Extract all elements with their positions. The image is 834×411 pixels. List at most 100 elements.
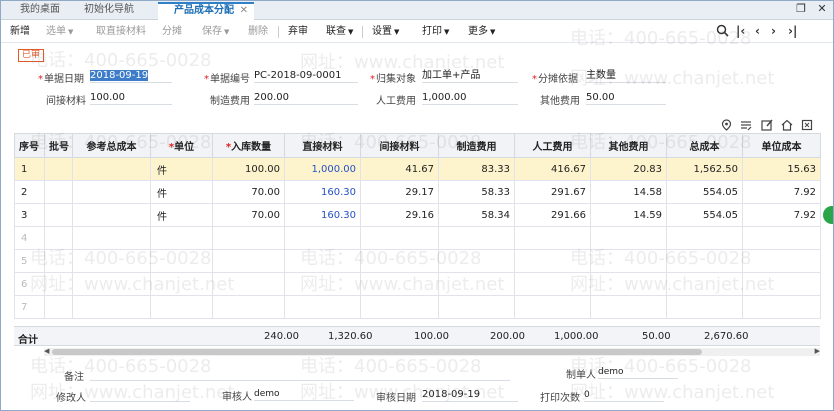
cell-empty[interactable] bbox=[284, 295, 361, 319]
last-record-icon[interactable]: ›| bbox=[788, 24, 797, 38]
column-header-labor-cost[interactable]: 人工费用 bbox=[514, 133, 591, 158]
column-header-mfg-cost[interactable]: 制造费用 bbox=[438, 133, 515, 158]
restore-icon[interactable]: ❐ bbox=[794, 2, 808, 16]
cell-empty[interactable] bbox=[590, 249, 667, 273]
allocate-button[interactable]: 分摊 bbox=[162, 25, 182, 39]
column-settings-icon[interactable] bbox=[740, 119, 752, 131]
cell-unit-cost[interactable]: 7.92 bbox=[742, 180, 821, 204]
cell-empty[interactable] bbox=[360, 249, 439, 273]
cell-empty[interactable] bbox=[590, 272, 667, 296]
cell-empty[interactable] bbox=[742, 249, 821, 273]
fullscreen-icon[interactable] bbox=[801, 119, 813, 131]
cell-empty[interactable] bbox=[666, 249, 743, 273]
cell-unit-cost[interactable]: 7.92 bbox=[742, 203, 821, 227]
cell-empty[interactable] bbox=[360, 272, 439, 296]
more-button[interactable]: 更多 ▼ bbox=[468, 25, 495, 39]
cell-direct-material[interactable]: 160.30 bbox=[284, 180, 361, 204]
cell-empty[interactable] bbox=[150, 226, 213, 250]
cell-empty[interactable] bbox=[212, 226, 285, 250]
cell-total-cost[interactable]: 1,562.50 bbox=[666, 157, 743, 181]
column-header-no[interactable]: 序号 bbox=[14, 133, 45, 158]
cell-qty[interactable]: 100.00 bbox=[212, 157, 285, 181]
cell-direct-material[interactable]: 1,000.00 bbox=[284, 157, 361, 181]
cell-direct-material[interactable]: 160.30 bbox=[284, 203, 361, 227]
indirect-material-field[interactable]: 100.00 bbox=[90, 91, 172, 105]
cell-empty[interactable] bbox=[742, 272, 821, 296]
cell-other-cost[interactable]: 20.83 bbox=[590, 157, 667, 181]
column-header-other-cost[interactable]: 其他费用 bbox=[590, 133, 667, 158]
cell-indirect-material[interactable]: 29.16 bbox=[360, 203, 439, 227]
cell-empty[interactable] bbox=[212, 272, 285, 296]
select-doc-button[interactable]: 选单 ▼ bbox=[46, 25, 73, 39]
cell-empty[interactable] bbox=[514, 295, 591, 319]
cell-empty[interactable] bbox=[514, 272, 591, 296]
cell-empty[interactable] bbox=[72, 272, 151, 296]
cell-other-cost[interactable]: 14.58 bbox=[590, 180, 667, 204]
table-row-empty[interactable]: 5 bbox=[14, 249, 821, 273]
tab-product-cost-allocation[interactable]: 产品成本分配 ✕ bbox=[158, 2, 254, 20]
side-assistant-button[interactable] bbox=[823, 206, 834, 224]
cell-empty[interactable] bbox=[590, 295, 667, 319]
cell-empty[interactable] bbox=[284, 249, 361, 273]
cell-empty[interactable] bbox=[212, 249, 285, 273]
cell-empty[interactable] bbox=[44, 295, 73, 319]
doc-no-field[interactable]: PC-2018-09-0001 bbox=[254, 69, 358, 83]
cell-empty[interactable] bbox=[742, 226, 821, 250]
cell-qty[interactable]: 70.00 bbox=[212, 180, 285, 204]
cell-empty[interactable] bbox=[360, 226, 439, 250]
cell-empty[interactable] bbox=[438, 249, 515, 273]
cell-empty[interactable] bbox=[438, 295, 515, 319]
doc-date-field[interactable]: 2018-09-19 bbox=[90, 69, 172, 83]
column-header-direct-material[interactable]: 直接材料 bbox=[284, 133, 361, 158]
cell-ref-total[interactable] bbox=[72, 157, 151, 181]
cell-empty[interactable] bbox=[150, 249, 213, 273]
cell-empty[interactable] bbox=[150, 272, 213, 296]
cell-empty[interactable] bbox=[212, 295, 285, 319]
table-row-empty[interactable]: 6 bbox=[14, 272, 821, 296]
location-icon[interactable] bbox=[720, 119, 732, 131]
fetch-indirect-button[interactable]: 取直接材料 bbox=[96, 25, 146, 39]
tab-my-desktop[interactable]: 我的桌面 bbox=[14, 2, 66, 20]
column-header-total-cost[interactable]: 总成本 bbox=[666, 133, 743, 158]
close-icon[interactable]: ✕ bbox=[240, 4, 248, 18]
cell-empty[interactable] bbox=[514, 226, 591, 250]
cell-empty[interactable] bbox=[44, 272, 73, 296]
table-row[interactable]: 1 件 100.00 1,000.00 41.67 83.33 416.67 2… bbox=[14, 157, 821, 181]
cell-qty[interactable]: 70.00 bbox=[212, 203, 285, 227]
cell-labor-cost[interactable]: 291.67 bbox=[514, 180, 591, 204]
remark-field[interactable] bbox=[90, 367, 510, 381]
column-header-unit[interactable]: *单位 bbox=[150, 133, 213, 158]
cell-empty[interactable] bbox=[438, 226, 515, 250]
previous-record-icon[interactable]: ‹ bbox=[755, 24, 760, 38]
cell-ref-total[interactable] bbox=[72, 203, 151, 227]
mfg-cost-field[interactable]: 200.00 bbox=[254, 91, 358, 105]
tab-init-nav[interactable]: 初始化导航 bbox=[78, 2, 140, 20]
related-query-button[interactable]: 联查 ▼ bbox=[326, 25, 353, 39]
column-header-indirect-material[interactable]: 间接材料 bbox=[360, 133, 439, 158]
scroll-right-icon[interactable]: ▶ bbox=[815, 347, 820, 355]
cell-mfg-cost[interactable]: 58.34 bbox=[438, 203, 515, 227]
cell-total-cost[interactable]: 554.05 bbox=[666, 203, 743, 227]
cell-batch[interactable] bbox=[44, 180, 73, 204]
cell-empty[interactable] bbox=[438, 272, 515, 296]
cell-total-cost[interactable]: 554.05 bbox=[666, 180, 743, 204]
column-header-ref-total[interactable]: 参考总成本 bbox=[72, 133, 151, 158]
cell-unit[interactable]: 件 bbox=[150, 157, 213, 181]
save-button[interactable]: 保存 ▼ bbox=[202, 25, 229, 39]
home-icon[interactable] bbox=[781, 119, 793, 131]
cell-empty[interactable] bbox=[72, 226, 151, 250]
edit-icon[interactable] bbox=[761, 119, 773, 131]
cell-empty[interactable] bbox=[514, 249, 591, 273]
window-close-icon[interactable]: ✕ bbox=[815, 2, 829, 16]
collect-object-field[interactable]: 加工单+产品 bbox=[422, 69, 518, 83]
cell-empty[interactable] bbox=[44, 226, 73, 250]
cell-empty[interactable] bbox=[284, 226, 361, 250]
table-row[interactable]: 2 件 70.00 160.30 29.17 58.33 291.67 14.5… bbox=[14, 180, 821, 204]
cell-labor-cost[interactable]: 291.66 bbox=[514, 203, 591, 227]
cell-indirect-material[interactable]: 29.17 bbox=[360, 180, 439, 204]
abandon-audit-button[interactable]: 弃审 bbox=[288, 25, 308, 39]
settings-button[interactable]: 设置 ▼ bbox=[372, 25, 399, 39]
cell-mfg-cost[interactable]: 83.33 bbox=[438, 157, 515, 181]
cell-mfg-cost[interactable]: 58.33 bbox=[438, 180, 515, 204]
search-doc-icon[interactable] bbox=[716, 24, 729, 40]
